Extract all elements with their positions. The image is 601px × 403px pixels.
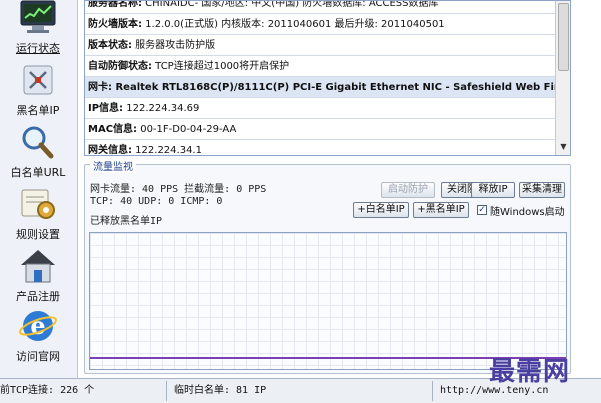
release-status: 已释放黑名单IP <box>90 216 163 227</box>
sidebar-item-label: 运行状态 <box>16 42 60 55</box>
browser-icon: e <box>19 311 57 341</box>
temp-whitelist-status: 临时白名单: 81 IP <box>174 385 267 396</box>
svg-text:e: e <box>30 311 45 340</box>
sidebar-item-blacklist-ip[interactable]: 黑名单IP <box>2 62 74 122</box>
sidebar-item-register[interactable]: 产品注册 <box>2 248 74 308</box>
sidebar-item-whitelist-url[interactable]: 白名单URL <box>2 124 74 184</box>
sidebar-item-label: 白名单URL <box>10 166 66 179</box>
list-item[interactable]: IP信息: 122.224.34.69 <box>85 98 556 119</box>
list-item[interactable]: 防火墙版本: 1.2.0.0(正式版) 内核版本: 2011040601 最后升… <box>85 14 556 35</box>
autostart-label: 随Windows启动 <box>490 207 565 218</box>
monitor-icon <box>20 0 56 33</box>
add-whitelist-ip-button[interactable]: +白名单IP <box>353 202 409 218</box>
sidebar-item-label: 访问官网 <box>16 350 60 363</box>
status-divider <box>166 381 167 401</box>
watermark: 最需网 <box>489 357 571 387</box>
magnifier-icon <box>22 126 54 159</box>
status-divider <box>432 381 433 401</box>
list-item[interactable]: 服务器名称: CHINAIDC- 国家/地区: 中文(中国) 防火墙数据库: A… <box>85 1 556 14</box>
add-blacklist-ip-button[interactable]: +黑名单IP <box>413 202 469 218</box>
sidebar-item-website[interactable]: e 访问官网 <box>2 308 74 368</box>
traffic-graph <box>89 232 567 370</box>
sidebar-item-label: 规则设置 <box>16 228 60 241</box>
sidebar-item-label: 产品注册 <box>16 290 60 303</box>
sidebar-item-status[interactable]: 运行状态 <box>2 0 74 60</box>
blacklist-icon <box>23 65 53 95</box>
sidebar-item-rules[interactable]: 规则设置 <box>2 186 74 246</box>
checkmark-icon[interactable]: ✓ <box>477 205 487 215</box>
info-list[interactable]: 服务器名称: CHINAIDC- 国家/地区: 中文(中国) 防火墙数据库: A… <box>84 0 571 156</box>
start-protection-button[interactable]: 启动防护 <box>381 182 435 198</box>
scroll-down-icon[interactable]: ▼ <box>558 141 569 153</box>
release-ip-button[interactable]: 释放IP <box>471 182 515 198</box>
sidebar-item-label: 黑名单IP <box>16 104 60 117</box>
tcp-connections-status: 当前TCP连接: 226 个 <box>0 385 95 396</box>
clear-collection-button[interactable]: 采集清理 <box>519 182 565 198</box>
traffic-stats: 网卡流量: 40 PPS 拦截流量: 0 PPS <box>90 184 267 195</box>
list-item[interactable]: 版本状态: 服务器攻击防护版 <box>85 35 556 56</box>
scrollbar[interactable]: ▼ <box>555 1 570 155</box>
list-item[interactable]: 网卡: Realtek RTL8168C(P)/8111C(P) PCI-E G… <box>85 77 556 98</box>
protocol-stats: TCP: 40 UDP: 0 ICMP: 0 <box>90 196 223 207</box>
sidebar: 运行状态 黑名单IP 白名单URL 规则设置 产品注册 e 访问官网 <box>0 0 78 378</box>
scrollbar-thumb[interactable] <box>558 3 569 71</box>
group-title: 流量监视 <box>90 158 136 173</box>
traffic-monitor-group: 流量监视 网卡流量: 40 PPS 拦截流量: 0 PPS TCP: 40 UD… <box>84 158 571 374</box>
list-item[interactable]: 自动防御状态: TCP连接超过1000将开启保护 <box>85 56 556 77</box>
list-item[interactable]: 网关信息: 122.224.34.1 <box>85 140 556 155</box>
house-icon <box>21 250 55 283</box>
window-edge <box>575 0 601 378</box>
list-item[interactable]: MAC信息: 00-1F-D0-04-29-AA <box>85 119 556 140</box>
gear-icon <box>21 189 55 219</box>
